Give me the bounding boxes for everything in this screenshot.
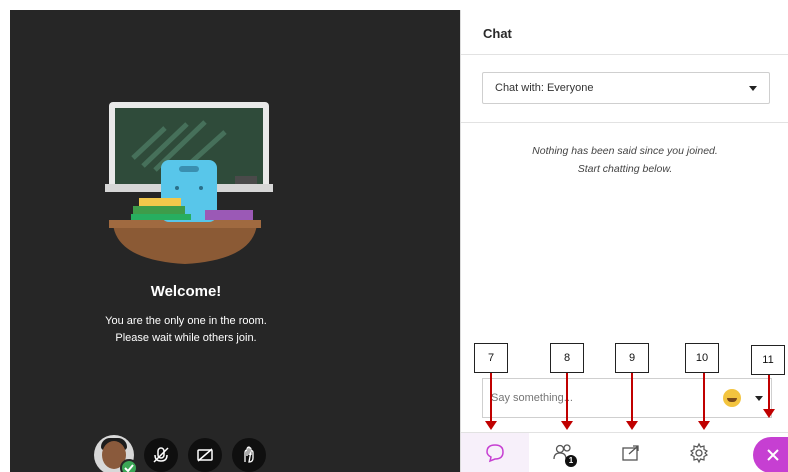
microphone-off-icon: [153, 447, 169, 463]
callout-label: 9: [615, 343, 649, 373]
welcome-title: Welcome!: [150, 283, 222, 300]
callout-label: 10: [685, 343, 719, 373]
camera-off-icon: [197, 448, 213, 462]
settings-tab-button[interactable]: [665, 433, 733, 472]
empty-chat-message-line1: Nothing has been said since you joined.: [532, 145, 718, 157]
panel-title: Chat: [483, 26, 512, 41]
raise-hand-icon: [244, 446, 254, 463]
media-controls: [94, 435, 266, 472]
emoji-icon[interactable]: [723, 389, 741, 407]
callout-arrow: [698, 373, 710, 430]
raise-hand-button[interactable]: [232, 438, 266, 472]
chat-bubble-icon: [486, 443, 504, 462]
chevron-down-icon: [749, 85, 757, 91]
gear-icon: [689, 442, 709, 463]
callout-label: 8: [550, 343, 584, 373]
divider: [461, 122, 788, 123]
message-composer: [482, 378, 772, 418]
chat-with-label: Chat with: Everyone: [495, 82, 594, 94]
message-input[interactable]: [491, 392, 723, 404]
welcome-message-line2: Please wait while others join.: [115, 332, 257, 344]
callout-arrow: [763, 375, 775, 418]
share-content-tab-button[interactable]: [597, 433, 665, 472]
welcome-message-line1: You are the only one in the room.: [105, 315, 267, 327]
empty-chat-message-line2: Start chatting below.: [577, 163, 673, 175]
chat-panel: Chat Chat with: Everyone Nothing has bee…: [460, 10, 788, 472]
callout-label: 11: [751, 345, 785, 375]
callout-label: 7: [474, 343, 508, 373]
share-icon: [622, 444, 639, 461]
microphone-off-button[interactable]: [144, 438, 178, 472]
callout-arrow: [485, 373, 497, 430]
camera-off-button[interactable]: [188, 438, 222, 472]
close-panel-button[interactable]: [753, 437, 788, 472]
divider: [461, 54, 788, 55]
chat-with-select[interactable]: Chat with: Everyone: [482, 72, 770, 104]
status-check-icon: [120, 459, 138, 472]
chevron-down-icon[interactable]: [755, 395, 763, 401]
participants-tab-button[interactable]: 1: [529, 433, 597, 472]
panel-nav: 1: [461, 432, 788, 472]
callout-arrow: [626, 373, 638, 430]
close-icon: [767, 449, 779, 461]
classroom-illustration: [105, 102, 273, 264]
avatar[interactable]: [94, 435, 138, 472]
main-stage: Welcome! You are the only one in the roo…: [10, 10, 460, 472]
callout-arrow: [561, 373, 573, 430]
collaborate-window: Welcome! You are the only one in the roo…: [0, 0, 788, 472]
chat-tab-button[interactable]: [461, 432, 529, 472]
participants-count-badge: 1: [565, 454, 577, 467]
